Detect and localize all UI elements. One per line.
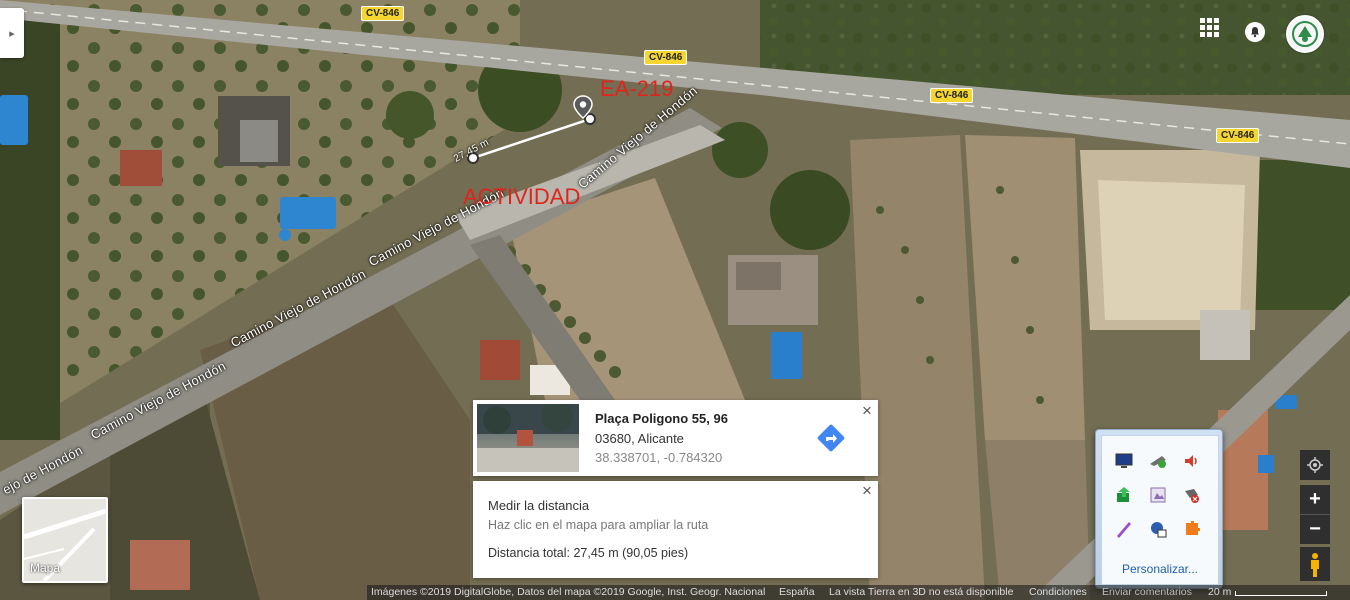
ea-label: EA-219 xyxy=(600,76,674,101)
place-photo-thumbnail[interactable] xyxy=(477,404,579,472)
puzzle-icon[interactable] xyxy=(1182,519,1202,539)
route-shield: CV-846 xyxy=(930,88,974,103)
apps-grid-icon[interactable] xyxy=(1199,17,1219,37)
my-location-icon xyxy=(1307,457,1323,473)
side-panel-toggle[interactable]: ▸ xyxy=(0,8,24,58)
zoom-out-button[interactable]: − xyxy=(1300,514,1330,544)
security-icon[interactable] xyxy=(1182,485,1202,505)
pen-icon[interactable] xyxy=(1114,519,1134,539)
customize-link[interactable]: Personalizar... xyxy=(1102,562,1218,576)
map-type-switcher[interactable]: Mapa xyxy=(22,497,108,583)
close-icon[interactable]: × xyxy=(859,402,875,419)
route-shield: CV-846 xyxy=(644,50,688,65)
monitor-icon[interactable] xyxy=(1114,451,1134,471)
map-pin-icon[interactable] xyxy=(573,95,593,119)
place-title: Plaça Poligono 55, 96 xyxy=(595,411,728,426)
zoom-in-button[interactable]: + xyxy=(1300,485,1330,514)
system-tray-overflow: Personalizar... xyxy=(1095,429,1223,589)
scale-label: 20 m xyxy=(1208,586,1232,598)
route-shield: CV-846 xyxy=(1216,128,1260,143)
directions-arrow-icon[interactable] xyxy=(816,423,846,453)
country-link[interactable]: España xyxy=(779,586,815,598)
network-icon[interactable] xyxy=(1148,451,1168,471)
map-footer: Imágenes ©2019 DigitalGlobe, Datos del m… xyxy=(367,585,1350,600)
measure-hint: Haz clic en el mapa para ampliar la ruta xyxy=(488,518,709,532)
speaker-icon[interactable] xyxy=(1182,451,1202,471)
route-shield: CV-846 xyxy=(361,6,405,21)
my-location-button[interactable] xyxy=(1300,450,1330,480)
measure-title: Medir la distancia xyxy=(488,498,590,513)
scale-bar xyxy=(1235,591,1327,596)
close-icon[interactable]: × xyxy=(859,482,875,499)
feedback-link[interactable]: Enviar comentarios xyxy=(1102,586,1192,598)
3d-notice: La vista Tierra en 3D no está disponible xyxy=(829,586,1014,598)
terms-link[interactable]: Condiciones xyxy=(1029,586,1087,598)
map-type-label: Mapa xyxy=(30,561,61,575)
bell-icon[interactable] xyxy=(1245,22,1265,42)
place-address: 03680, Alicante xyxy=(595,431,684,446)
place-card[interactable]: Plaça Poligono 55, 96 03680, Alicante 38… xyxy=(473,400,878,476)
measure-distance-card[interactable]: Medir la distancia Haz clic en el mapa p… xyxy=(473,481,878,578)
attribution: Imágenes ©2019 DigitalGlobe, Datos del m… xyxy=(371,586,766,598)
chevron-right-icon: ▸ xyxy=(9,27,15,40)
pegman-icon[interactable] xyxy=(1300,547,1330,581)
actividad-label: ACTIVIDAD xyxy=(463,184,581,209)
place-coordinates[interactable]: 38.338701, -0.784320 xyxy=(595,450,722,465)
account-avatar[interactable] xyxy=(1286,15,1324,53)
photo-icon[interactable] xyxy=(1148,485,1168,505)
measure-total: Distancia total: 27,45 m (90,05 pies) xyxy=(488,546,689,560)
update-icon[interactable] xyxy=(1114,485,1134,505)
language-icon[interactable] xyxy=(1148,519,1168,539)
